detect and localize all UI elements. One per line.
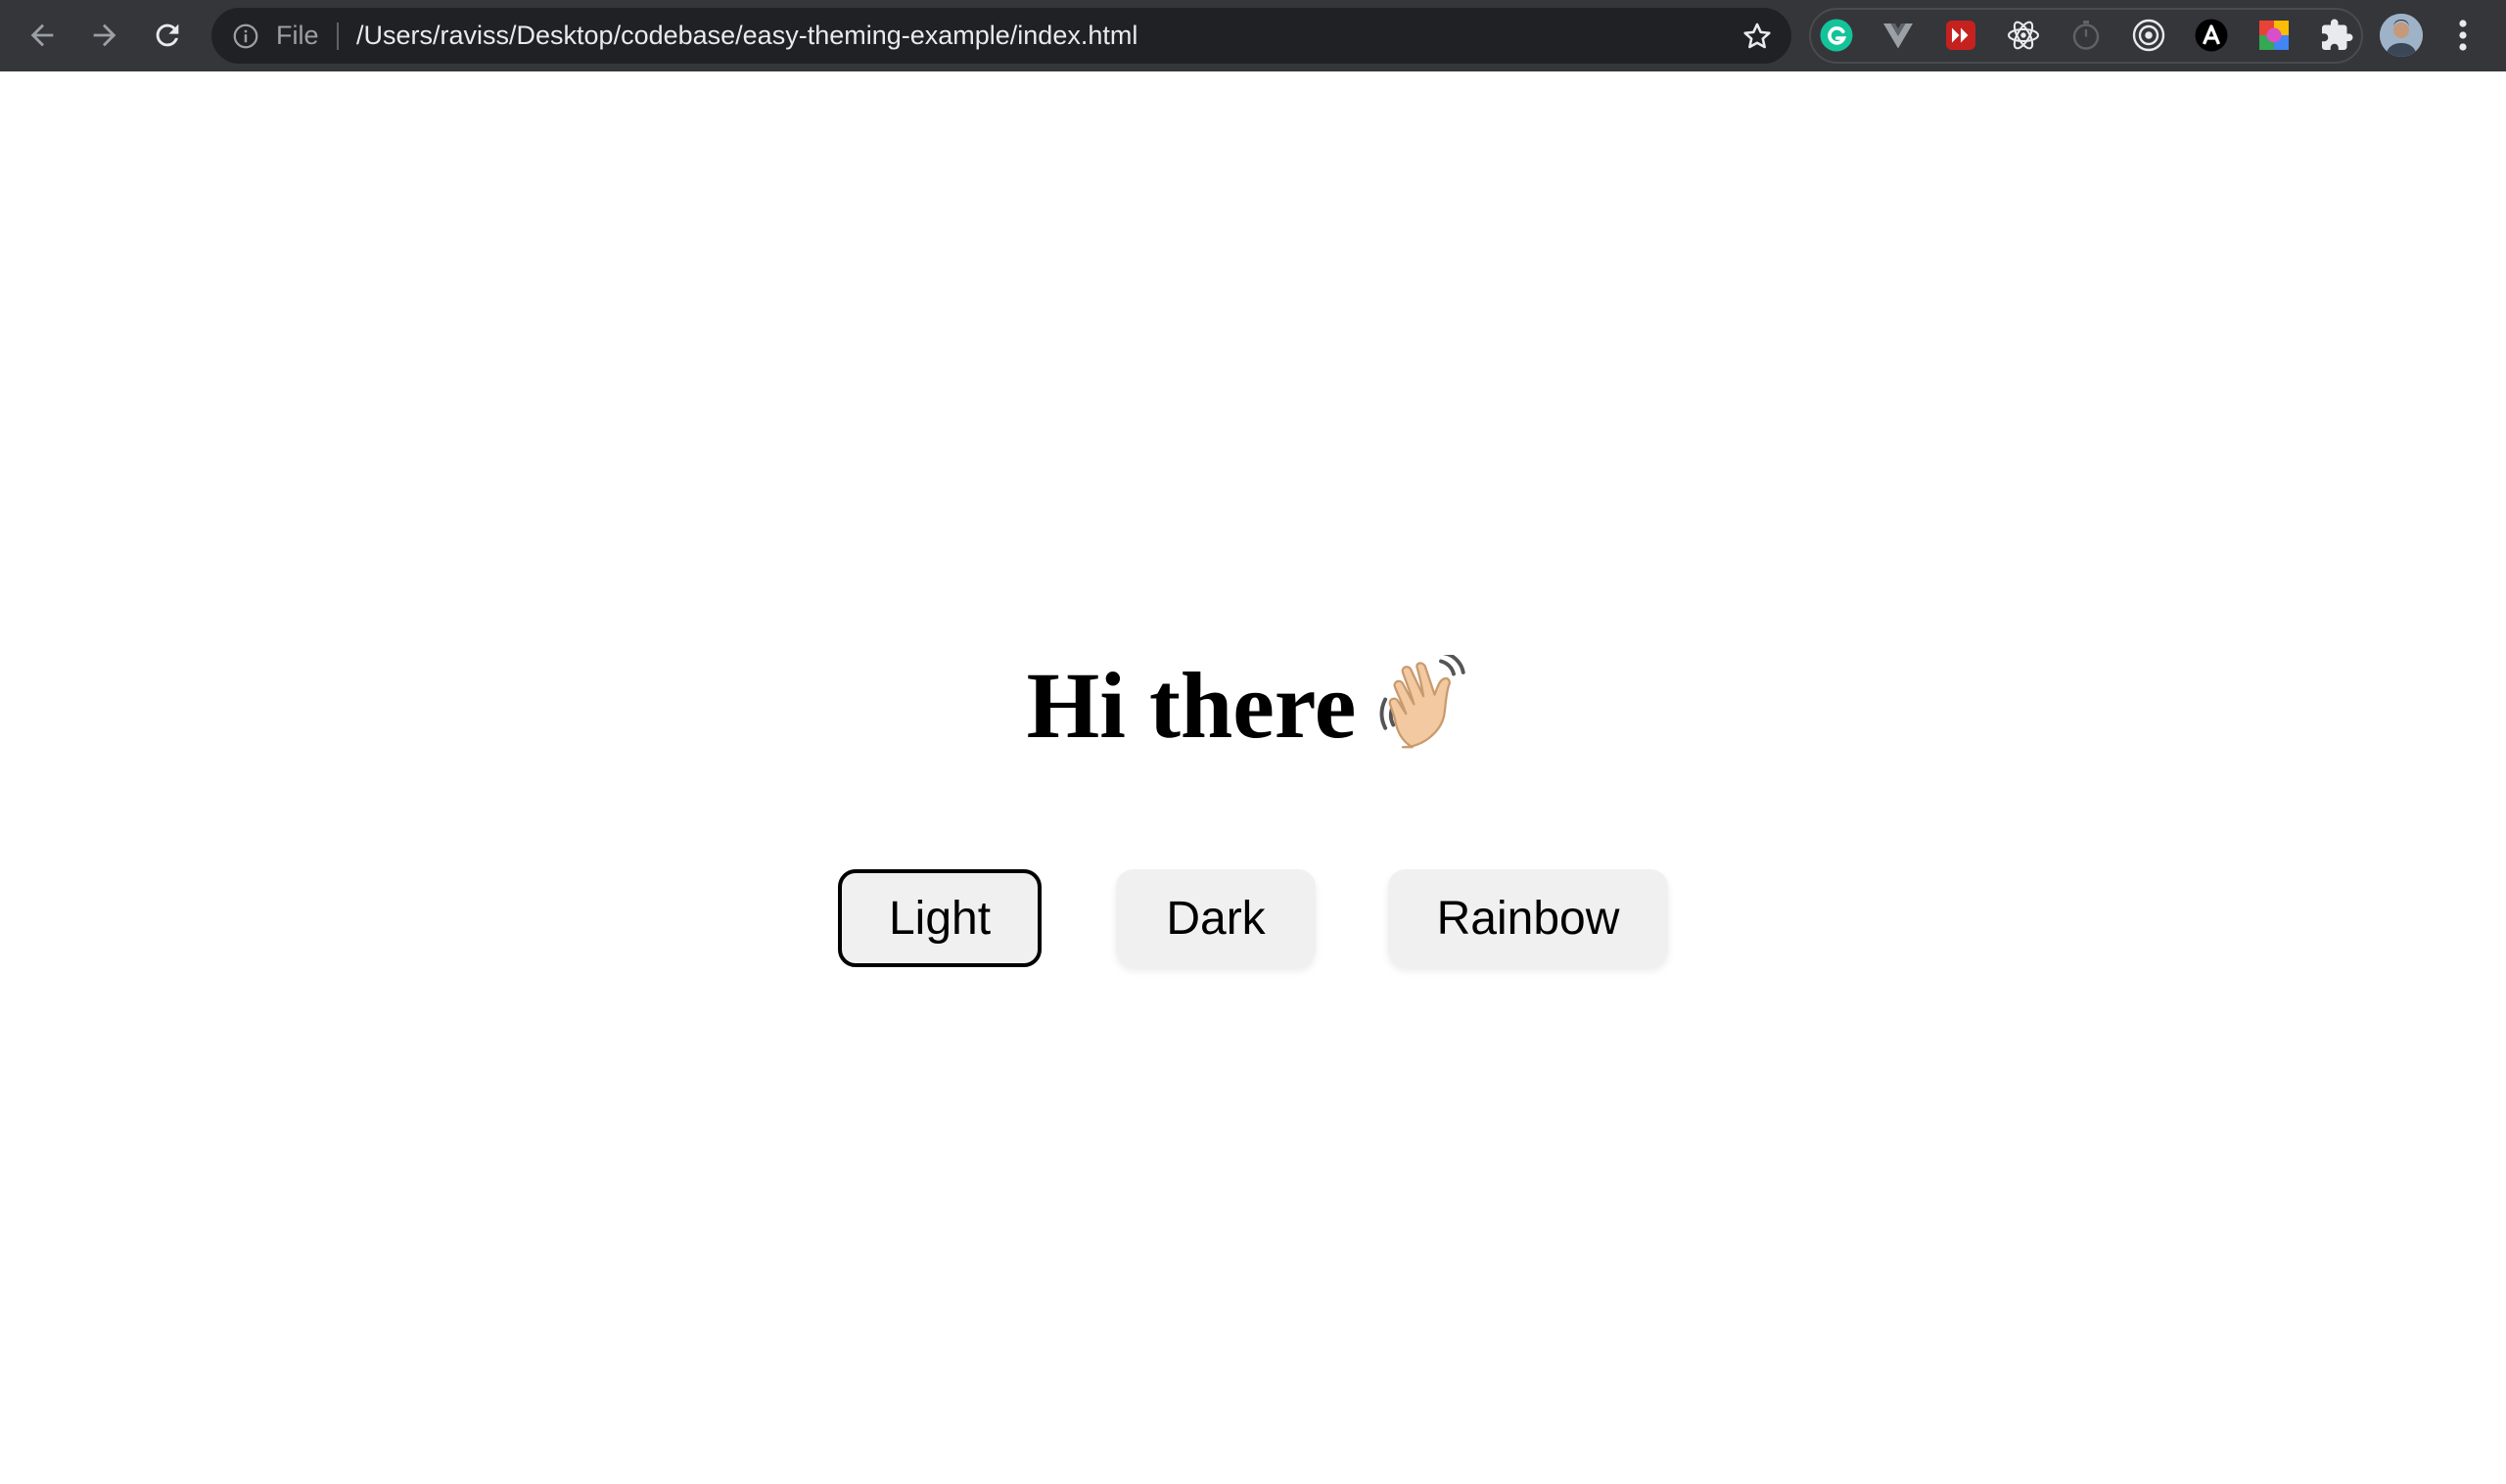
target-icon[interactable]	[2131, 18, 2166, 53]
page-heading: Hi there	[0, 647, 2506, 765]
dark-theme-button[interactable]: Dark	[1116, 869, 1316, 967]
info-icon[interactable]	[231, 22, 260, 51]
color-picker-icon[interactable]	[2256, 18, 2292, 53]
page-content: Hi there Light Dark Rainbow	[0, 71, 2506, 1484]
address-bar[interactable]: File /Users/raviss/Desktop/codebase/easy…	[211, 8, 1791, 64]
browser-toolbar: File /Users/raviss/Desktop/codebase/easy…	[0, 0, 2506, 71]
rainbow-theme-button[interactable]: Rainbow	[1388, 869, 1668, 967]
timer-icon[interactable]	[2068, 18, 2104, 53]
puzzle-extensions-icon[interactable]	[2319, 18, 2354, 53]
light-theme-button[interactable]: Light	[838, 869, 1042, 967]
reload-button[interactable]	[145, 13, 190, 58]
user-avatar-icon	[2380, 14, 2423, 57]
kebab-menu-icon[interactable]	[2447, 16, 2479, 55]
a-extension-icon[interactable]	[2194, 18, 2229, 53]
grammarly-icon[interactable]	[1819, 18, 1854, 53]
forward-button[interactable]	[82, 13, 127, 58]
heading-text: Hi there	[1026, 653, 1357, 758]
reload-icon	[156, 23, 179, 47]
back-button[interactable]	[20, 13, 65, 58]
react-devtools-icon[interactable]	[2006, 18, 2041, 53]
scheme-label: File	[276, 21, 319, 50]
profile-avatar[interactable]	[2380, 14, 2423, 57]
arrow-left-icon	[30, 23, 54, 47]
bookmark-star-icon[interactable]	[1740, 20, 1774, 53]
vue-devtools-icon[interactable]	[1880, 18, 1916, 53]
waving-hand-icon	[1379, 655, 1466, 749]
scheme-divider	[337, 23, 339, 50]
url-text[interactable]: /Users/raviss/Desktop/codebase/easy-them…	[356, 8, 1137, 64]
arrow-right-icon	[93, 23, 116, 47]
video-speed-icon[interactable]	[1943, 18, 1978, 53]
